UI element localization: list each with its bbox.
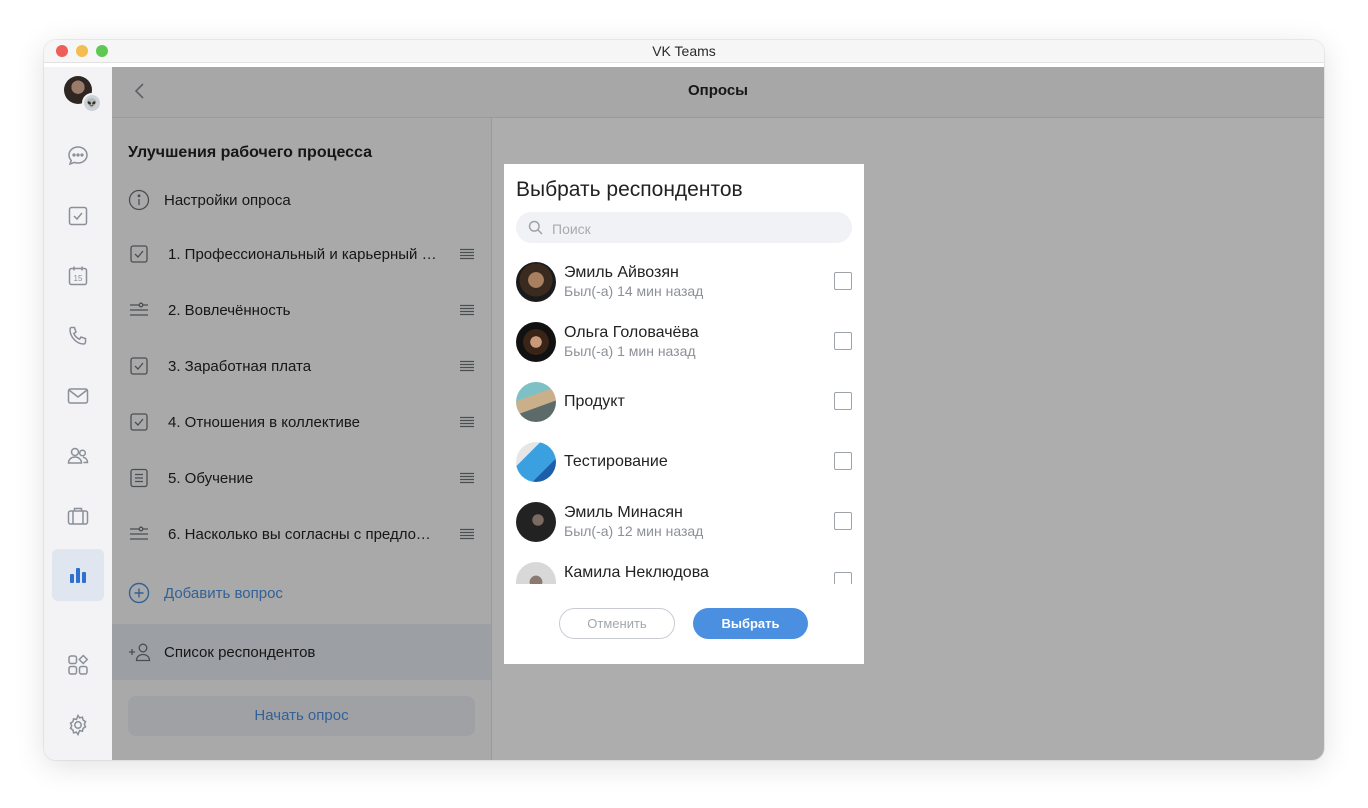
polls-icon[interactable] — [66, 563, 90, 587]
avatar — [516, 562, 556, 584]
select-respondents-dialog: Выбрать респондентов Эмиль Айвозян Был(-… — [504, 164, 864, 664]
avatar — [516, 442, 556, 482]
contact-row[interactable]: Тестирование — [516, 432, 852, 492]
title-bar: VK Teams — [44, 40, 1324, 63]
mail-icon[interactable] — [66, 384, 90, 408]
contact-name: Эмиль Минасян — [564, 504, 683, 521]
avatar — [516, 502, 556, 542]
contact-row[interactable]: Эмиль Минасян Был(-а) 12 мин назад — [516, 492, 852, 552]
contact-checkbox[interactable] — [834, 572, 852, 584]
settings-icon[interactable] — [66, 713, 90, 737]
avatar — [516, 322, 556, 362]
search-box[interactable] — [516, 212, 852, 245]
contact-checkbox[interactable] — [834, 272, 852, 290]
contacts-list[interactable]: Эмиль Айвозян Был(-а) 14 мин назад Ольга… — [504, 252, 864, 584]
contact-name: Эмиль Айвозян — [564, 264, 679, 281]
search-input[interactable] — [550, 212, 844, 245]
phone-icon[interactable] — [66, 324, 90, 348]
contact-name: Тестирование — [564, 453, 668, 470]
cancel-button[interactable]: Отменить — [559, 608, 675, 639]
contact-checkbox[interactable] — [834, 392, 852, 410]
avatar — [516, 262, 556, 302]
tasks-icon[interactable] — [66, 204, 90, 228]
contact-row[interactable]: Эмиль Айвозян Был(-а) 14 мин назад — [516, 252, 852, 312]
contacts-icon[interactable] — [66, 444, 90, 468]
window-title: VK Teams — [652, 43, 716, 59]
search-icon — [528, 220, 543, 235]
contact-row[interactable]: Продукт — [516, 372, 852, 432]
contact-status: Был(-а) 12 мин назад — [564, 523, 704, 539]
contact-name: Ольга Головачёва — [564, 324, 699, 341]
contact-status: Был(-а) 1 мин назад — [564, 343, 696, 359]
briefcase-icon[interactable] — [66, 504, 90, 528]
contact-status: Был(-а) 14 мин назад — [564, 283, 704, 299]
icon-sidebar: 👽 15 — [44, 67, 113, 760]
dialog-title: Выбрать респондентов — [516, 178, 743, 201]
contact-checkbox[interactable] — [834, 452, 852, 470]
contact-checkbox[interactable] — [834, 332, 852, 350]
contact-name: Продукт — [564, 393, 625, 410]
contact-row[interactable]: Ольга Головачёва Был(-а) 1 мин назад — [516, 312, 852, 372]
calendar-icon[interactable]: 15 — [66, 264, 90, 288]
contact-name: Камила Неклюдова — [564, 564, 709, 581]
status-emoji-icon: 👽 — [82, 93, 102, 113]
calendar-day-text: 15 — [74, 274, 83, 283]
select-button[interactable]: Выбрать — [693, 608, 808, 639]
chat-icon[interactable] — [66, 144, 90, 168]
contact-row[interactable]: Камила Неклюдова — [516, 552, 852, 584]
apps-icon[interactable] — [66, 653, 90, 677]
contact-checkbox[interactable] — [834, 512, 852, 530]
avatar — [516, 382, 556, 422]
